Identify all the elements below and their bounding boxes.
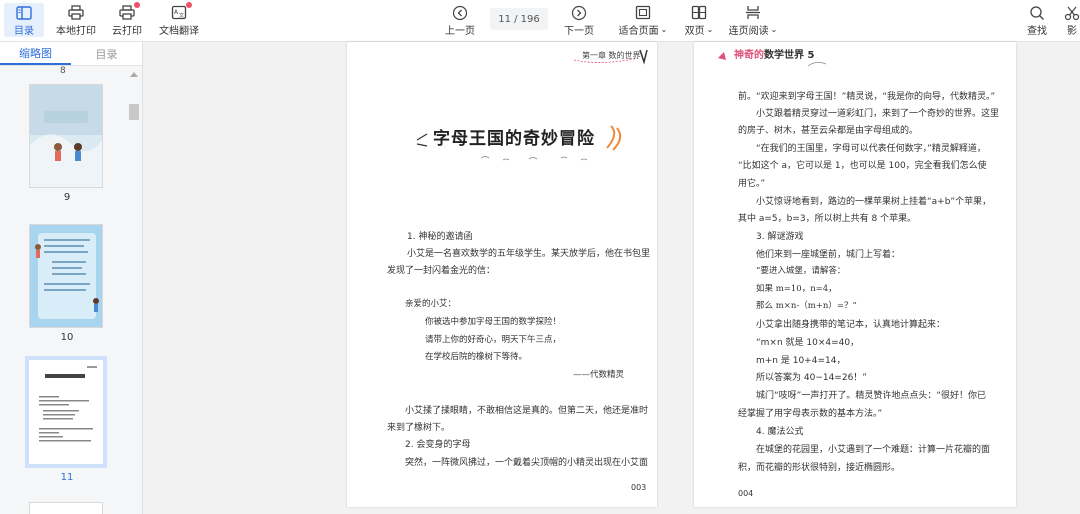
paragraph-line: 他们来到一座城堡前，城门上写着：: [756, 250, 901, 260]
toc-button[interactable]: 目录: [4, 3, 44, 37]
next-page-button[interactable]: 下一页: [560, 3, 598, 37]
paragraph-line: 经掌握了用字母表示数的基本方法。”: [738, 409, 883, 419]
paragraph-line: 发现了一封闪着金光的信：: [387, 266, 496, 276]
letter-line: 在学校后院的橡树下等待。: [425, 352, 528, 362]
paragraph-line: 在城堡的花园里，小艾遇到了一个难题：计算一片花瓣的面: [756, 445, 991, 455]
thumbnail-label-top: 8: [60, 66, 66, 76]
continuous-label-row: 连页阅读 ⌄: [728, 25, 778, 37]
letter-line: 你被选中参加字母王国的数学探险！: [425, 317, 562, 327]
tab-toc[interactable]: 目录: [71, 42, 142, 65]
chapter-header: 第一章 数的世界: [582, 51, 641, 60]
prev-arrow-icon: [451, 4, 469, 21]
equation-line: “要进入城堡，请解答：: [756, 266, 846, 276]
thumbnail-image: [25, 356, 107, 468]
double-page-button[interactable]: 双页 ⌄: [680, 3, 718, 37]
fit-page-icon: [634, 4, 652, 21]
search-button[interactable]: 查找: [1022, 3, 1052, 37]
scroll-up-icon[interactable]: [130, 72, 138, 77]
paragraph-line: 小艾揉了揉眼睛，不敢相信这是真的。但第二天，他还是准时: [405, 406, 649, 416]
letter-line: 请带上你的好奇心，明天下午三点，: [425, 335, 562, 345]
thumbnail-page-11[interactable]: 11: [24, 356, 110, 483]
screenshot-button[interactable]: 影: [1064, 3, 1080, 37]
page-number-input[interactable]: 11 / 196: [490, 8, 548, 30]
thumbnail-page-label: 10: [60, 332, 74, 343]
letter-signature: ——代数精灵: [573, 370, 625, 380]
thumbnail-image: [29, 84, 103, 188]
sidebar-scrollbar[interactable]: [129, 70, 139, 510]
document-page-right: 神奇的数学世界 5 前。“欢迎来到字母王国！”精灵说，“我是你的向导，代数精灵。…: [694, 42, 1016, 507]
document-page-left: 第一章 数的世界 字母王国的奇妙冒险 1. 神秘的邀请函 小艾是一名喜欢数学的五…: [347, 42, 657, 507]
sidebar-tabs: 缩略图 目录: [0, 42, 142, 66]
continuous-page-icon: [744, 4, 762, 21]
equation-line: 所以答案为 40−14=26！”: [756, 373, 867, 383]
section-heading: 3. 解谜游戏: [756, 232, 804, 242]
toolbar: 目录 本地打印 云打印 A文 文档翻译 上一页 11 / 196 下一页 适合页…: [0, 0, 1080, 42]
prev-page-button[interactable]: 上一页: [441, 3, 479, 37]
paragraph-line: 小艾拿出随身携带的笔记本，认真地计算起来：: [756, 320, 946, 330]
scrollbar-thumb[interactable]: [129, 104, 139, 120]
equation-line: 如果 m=10，n=4，: [756, 284, 837, 294]
double-page-label-row: 双页 ⌄: [684, 25, 714, 37]
paragraph-line: 前。“欢迎来到字母王国！”精灵说，“我是你的向导，代数精灵。”: [738, 92, 996, 102]
paragraph-line: 突然，一阵微风拂过，一个戴着尖顶帽的小精灵出现在小艾面: [405, 458, 649, 468]
thumbnail-image: [29, 224, 103, 328]
tab-thumbnails[interactable]: 缩略图: [0, 42, 71, 65]
book-header: 神奇的数学世界 5: [724, 46, 814, 61]
thumbnail-page-9[interactable]: 9: [24, 84, 110, 203]
equation-line: m+n 是 10+4=14，: [756, 356, 846, 366]
chevron-down-icon: ⌄: [706, 25, 714, 34]
book-header-main: 数学世界 5: [764, 50, 815, 61]
paragraph-line: 小艾跟着精灵穿过一道彩虹门，来到了一个奇妙的世界。这里: [756, 109, 1000, 119]
search-icon: [1028, 4, 1046, 21]
fit-page-button[interactable]: 适合页面 ⌄: [616, 3, 670, 37]
thumbnail-page-label: 11: [60, 472, 74, 483]
local-print-button[interactable]: 本地打印: [54, 3, 98, 37]
printer-icon: [67, 4, 85, 21]
paragraph-line: “比如这个 a，它可以是 1，也可以是 100，完全看我们怎么使: [738, 161, 987, 171]
section-heading: 2. 会变身的字母: [405, 440, 471, 450]
chapter-title: 字母王国的奇妙冒险: [433, 129, 595, 149]
section-heading: 4. 魔法公式: [756, 427, 804, 437]
chevron-down-icon: ⌄: [770, 25, 778, 34]
next-arrow-icon: [570, 4, 588, 21]
thumbnail-page-next[interactable]: [29, 502, 103, 514]
equation-line: 那么 m×n-（m+n）=？”: [756, 301, 857, 311]
page-number: 003: [631, 483, 647, 492]
thumbnail-page-10[interactable]: 10: [24, 224, 110, 343]
fit-page-label-row: 适合页面 ⌄: [618, 25, 668, 37]
paragraph-line: 的房子、树木，甚至云朵都是由字母组成的。: [738, 126, 919, 136]
paragraph-line: 积，而花瓣的形状很特别，接近椭圆形。: [738, 463, 901, 473]
page-number: 004: [738, 489, 754, 498]
translate-button[interactable]: A文 文档翻译: [156, 2, 202, 37]
cloud-print-button[interactable]: 云打印: [108, 2, 146, 37]
chevron-down-icon: ⌄: [660, 25, 668, 34]
paragraph-line: 小艾是一名喜欢数学的五年级学生。某天放学后，他在书包里: [407, 249, 651, 259]
section-heading: 1. 神秘的邀请函: [407, 232, 473, 242]
notification-badge: [186, 2, 192, 8]
thumbnail-sidebar: 缩略图 目录 8 9 10 11: [0, 42, 143, 514]
paragraph-line: 用它。”: [738, 179, 766, 189]
cloud-printer-icon: [118, 2, 140, 21]
svg-text:文: 文: [179, 12, 184, 19]
paragraph-line: 其中 a=5，b=3，所以树上共有 8 个苹果。: [738, 214, 917, 224]
paragraph-line: 小艾惊讶地看到，路边的一棵苹果树上挂着“a+b”个苹果，: [756, 197, 992, 207]
double-page-icon: [690, 4, 708, 21]
paragraph-line: 城门“吱呀”一声打开了。精灵赞许地点点头：“很好！你已: [756, 391, 986, 401]
scissors-icon: [1064, 4, 1080, 21]
letter-salutation: 亲爱的小艾：: [405, 299, 457, 309]
equation-line: “m×n 就是 10×4=40，: [756, 338, 860, 348]
book-header-prefix: 神奇的: [734, 50, 764, 61]
thumbnail-page-label: 9: [63, 192, 71, 203]
sidebar-panel-icon: [15, 4, 33, 21]
notification-badge: [134, 2, 140, 8]
continuous-read-button[interactable]: 连页阅读 ⌄: [726, 3, 780, 37]
paragraph-line: 来到了橡树下。: [387, 423, 451, 433]
translate-icon: A文: [170, 2, 192, 21]
paragraph-line: “在我们的王国里，字母可以代表任何数字，”精灵解释道，: [756, 144, 986, 154]
